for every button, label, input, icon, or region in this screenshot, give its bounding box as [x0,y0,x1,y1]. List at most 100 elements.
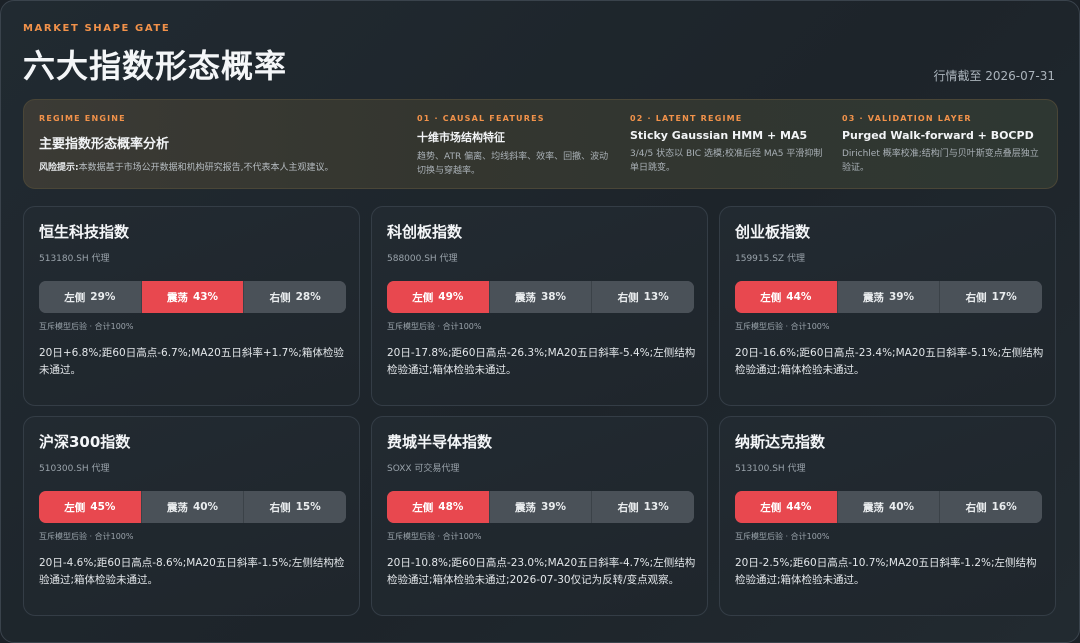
index-code: 159915.SZ 代理 [735,254,805,264]
segment-value: 48% [438,501,464,513]
segment-range: 震荡 43% [140,281,244,313]
index-description: 20日-4.6%;距60日高点-8.6%;MA20五日斜率-1.5%;左侧结构检… [39,557,345,586]
segment-right: 右侧 28% [243,281,346,313]
index-name: 创业板指数 [735,223,811,241]
segment-value: 44% [786,501,812,513]
probability-bar: 左侧 45% 震荡 40% 右侧 15% [39,491,346,523]
segment-value: 15% [295,501,321,513]
segment-value: 29% [90,291,116,303]
index-code: 513180.SH 代理 [39,254,110,264]
index-description: 20日-17.8%;距60日高点-26.3%;MA20五日斜率-5.4%;左侧结… [387,347,696,376]
segment-value: 39% [888,291,915,303]
segment-label: 左侧 [64,291,86,304]
segment-label: 右侧 [617,501,639,514]
segment-value: 49% [438,291,464,303]
segment-value: 28% [295,291,321,303]
index-card: 创业板指数 159915.SZ 代理 左侧 44% 震荡 39% 右侧 17% 互斥模型后验 ·… [719,206,1056,406]
segment-value: 16% [991,501,1017,513]
probability-bar: 左侧 29% 震荡 43% 右侧 28% [39,281,346,313]
segment-value: 39% [540,501,567,513]
segment-left: 左侧 49% [387,281,489,313]
segment-value: 43% [192,291,219,303]
segment-left: 左侧 45% [39,491,141,523]
index-description: 20日-16.6%;距60日高点-23.4%;MA20五日斜率-5.1%;左侧结… [735,347,1044,376]
segment-right: 右侧 15% [243,491,346,523]
model-note: 互斥模型后验 · 合计100% [735,532,830,541]
segment-label: 左侧 [760,291,782,304]
segment-value: 40% [888,501,915,513]
segment-right: 右侧 16% [939,491,1042,523]
segment-range: 震荡 40% [140,491,244,523]
segment-range: 震荡 38% [488,281,592,313]
index-name: 沪深300指数 [39,433,131,451]
segment-label: 震荡 [166,291,188,304]
regime-engine-panel: REGIME ENGINE 主要指数形态概率分析 风险提示:本数据基于市场公开数… [23,99,1058,189]
segment-label: 右侧 [965,291,987,304]
segment-label: 右侧 [965,501,987,514]
index-name: 纳斯达克指数 [735,433,826,451]
step-text: 3/4/5 状态以 BIC 选模;校准后经 MA5 平滑抑制单日跳变。 [630,149,823,173]
segment-label: 左侧 [64,501,86,514]
risk-text: 本数据基于市场公开数据和机构研究报告,不代表本人主观建议。 [78,163,334,173]
segment-value: 17% [991,291,1017,303]
segment-label: 震荡 [514,291,536,304]
model-note: 互斥模型后验 · 合计100% [39,322,134,331]
probability-bar: 左侧 44% 震荡 39% 右侧 17% [735,281,1042,313]
index-description: 20日+6.8%;距60日高点-6.7%;MA20五日斜率+1.7%;箱体检验未… [39,347,344,376]
index-description: 20日-2.5%;距60日高点-10.7%;MA20五日斜率-1.2%;左侧结构… [735,557,1037,586]
index-description: 20日-10.8%;距60日高点-23.0%;MA20五日斜率-4.7%;左侧结… [387,557,696,586]
segment-label: 右侧 [269,501,291,514]
segment-value: 44% [786,291,812,303]
step-text: Dirichlet 概率校准;结构门与贝叶斯变点叠层独立验证。 [842,149,1039,173]
model-note: 互斥模型后验 · 合计100% [387,322,482,331]
risk-label: 风险提示: [39,163,79,173]
segment-range: 震荡 40% [836,491,940,523]
segment-right: 右侧 13% [591,281,694,313]
step-title: Purged Walk-forward + BOCPD [842,129,1034,142]
segment-value: 13% [643,501,669,513]
index-card: 科创板指数 588000.SH 代理 左侧 49% 震荡 38% 右侧 13% 互斥模型后验 ·… [371,206,708,406]
step-kicker: 02 · LATENT REGIME [630,114,743,123]
segment-range: 震荡 39% [488,491,592,523]
index-name: 费城半导体指数 [387,433,493,451]
index-code: 513100.SH 代理 [735,464,806,474]
index-code: SOXX 可交易代理 [387,464,460,474]
segment-label: 左侧 [760,501,782,514]
probability-bar: 左侧 44% 震荡 40% 右侧 16% [735,491,1042,523]
index-card: 纳斯达克指数 513100.SH 代理 左侧 44% 震荡 40% 右侧 16% 互斥模型后验 … [719,416,1056,616]
segment-label: 震荡 [514,501,536,514]
index-code: 510300.SH 代理 [39,464,110,474]
segment-label: 右侧 [269,291,291,304]
index-card: 恒生科技指数 513180.SH 代理 左侧 29% 震荡 43% 右侧 28% 互斥模型后验 … [23,206,360,406]
index-card: 沪深300指数 510300.SH 代理 左侧 45% 震荡 40% 右侧 15% 互斥模型后验… [23,416,360,616]
segment-range: 震荡 39% [836,281,940,313]
segment-value: 13% [643,291,669,303]
segment-left: 左侧 44% [735,491,837,523]
risk-notice: 风险提示:本数据基于市场公开数据和机构研究报告,不代表本人主观建议。 [39,160,399,173]
segment-left: 左侧 48% [387,491,489,523]
segment-label: 震荡 [862,291,884,304]
engine-step-1: 01 · CAUSAL FEATURES 十维市场结构特征 趋势、ATR 偏离、… [417,114,613,178]
model-note: 互斥模型后验 · 合计100% [735,322,830,331]
page-title: 六大指数形态概率 [23,47,288,85]
index-name: 恒生科技指数 [39,223,130,241]
segment-value: 40% [192,501,219,513]
model-note: 互斥模型后验 · 合计100% [387,532,482,541]
index-code: 588000.SH 代理 [387,254,458,264]
segment-value: 45% [90,501,116,513]
probability-bar: 左侧 49% 震荡 38% 右侧 13% [387,281,694,313]
segment-label: 震荡 [166,501,188,514]
dashboard-frame: MARKET SHAPE GATE 六大指数形态概率 行情截至 2026-07-… [0,0,1080,643]
segment-left: 左侧 29% [39,281,141,313]
model-note: 互斥模型后验 · 合计100% [39,532,134,541]
engine-summary: REGIME ENGINE 主要指数形态概率分析 风险提示:本数据基于市场公开数… [39,114,399,173]
step-title: 十维市场结构特征 [417,131,505,144]
segment-label: 右侧 [617,291,639,304]
probability-bar: 左侧 48% 震荡 39% 右侧 13% [387,491,694,523]
step-title: Sticky Gaussian HMM + MA5 [630,129,808,142]
step-kicker: 01 · CAUSAL FEATURES [417,114,545,123]
segment-right: 右侧 17% [939,281,1042,313]
segment-left: 左侧 44% [735,281,837,313]
data-date: 行情截至 2026-07-31 [933,69,1055,83]
engine-step-3: 03 · VALIDATION LAYER Purged Walk-forwar… [842,114,1047,175]
